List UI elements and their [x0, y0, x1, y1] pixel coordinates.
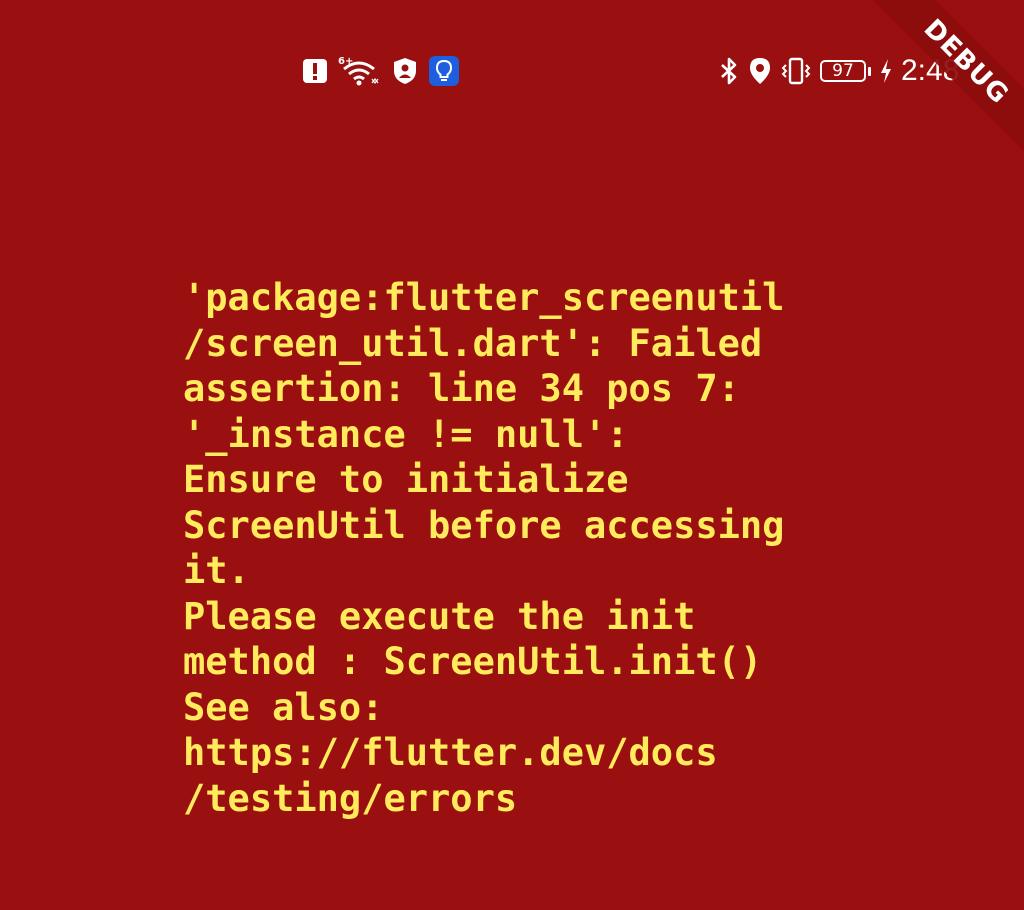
- alert-notification-icon: [302, 54, 328, 88]
- charging-icon: [879, 54, 893, 88]
- error-line: https://flutter.dev/docs: [183, 731, 718, 774]
- error-line: /screen_util.dart': Failed: [183, 321, 763, 365]
- status-right-icons: 97 2:48: [718, 54, 959, 88]
- error-line: method : ScreenUtil.init(): [183, 640, 763, 683]
- bluetooth-icon: [718, 54, 740, 88]
- error-line: ScreenUtil before accessing: [183, 503, 785, 547]
- status-left-icons: 6+: [302, 54, 460, 88]
- error-line: Please execute the init: [183, 594, 696, 638]
- error-line: See also:: [183, 685, 384, 729]
- battery-tip: [868, 66, 871, 76]
- battery-indicator: 97: [820, 54, 871, 88]
- wifi-badge: 6+: [338, 56, 353, 67]
- wifi-6-icon: 6+: [338, 54, 382, 88]
- error-line: '_instance != null':: [183, 412, 629, 456]
- error-line: Ensure to initialize: [183, 458, 629, 501]
- status-bar: 6+ 97 2:48: [0, 54, 1024, 94]
- error-message: 'package:flutter_screenutil /screen_util…: [183, 275, 853, 821]
- debug-banner: DEBUG: [824, 0, 1024, 200]
- vpn-shield-icon: [392, 54, 418, 88]
- error-line: it.: [183, 549, 250, 592]
- error-line: assertion: line 34 pos 7:: [183, 367, 740, 410]
- status-time: 2:48: [901, 54, 960, 87]
- tips-bulb-icon: [428, 54, 460, 88]
- error-line: /testing/errors: [183, 776, 518, 820]
- error-line: 'package:flutter_screenutil: [183, 276, 785, 319]
- vibrate-icon: [780, 54, 812, 88]
- battery-level: 97: [820, 60, 866, 82]
- location-icon: [748, 54, 772, 88]
